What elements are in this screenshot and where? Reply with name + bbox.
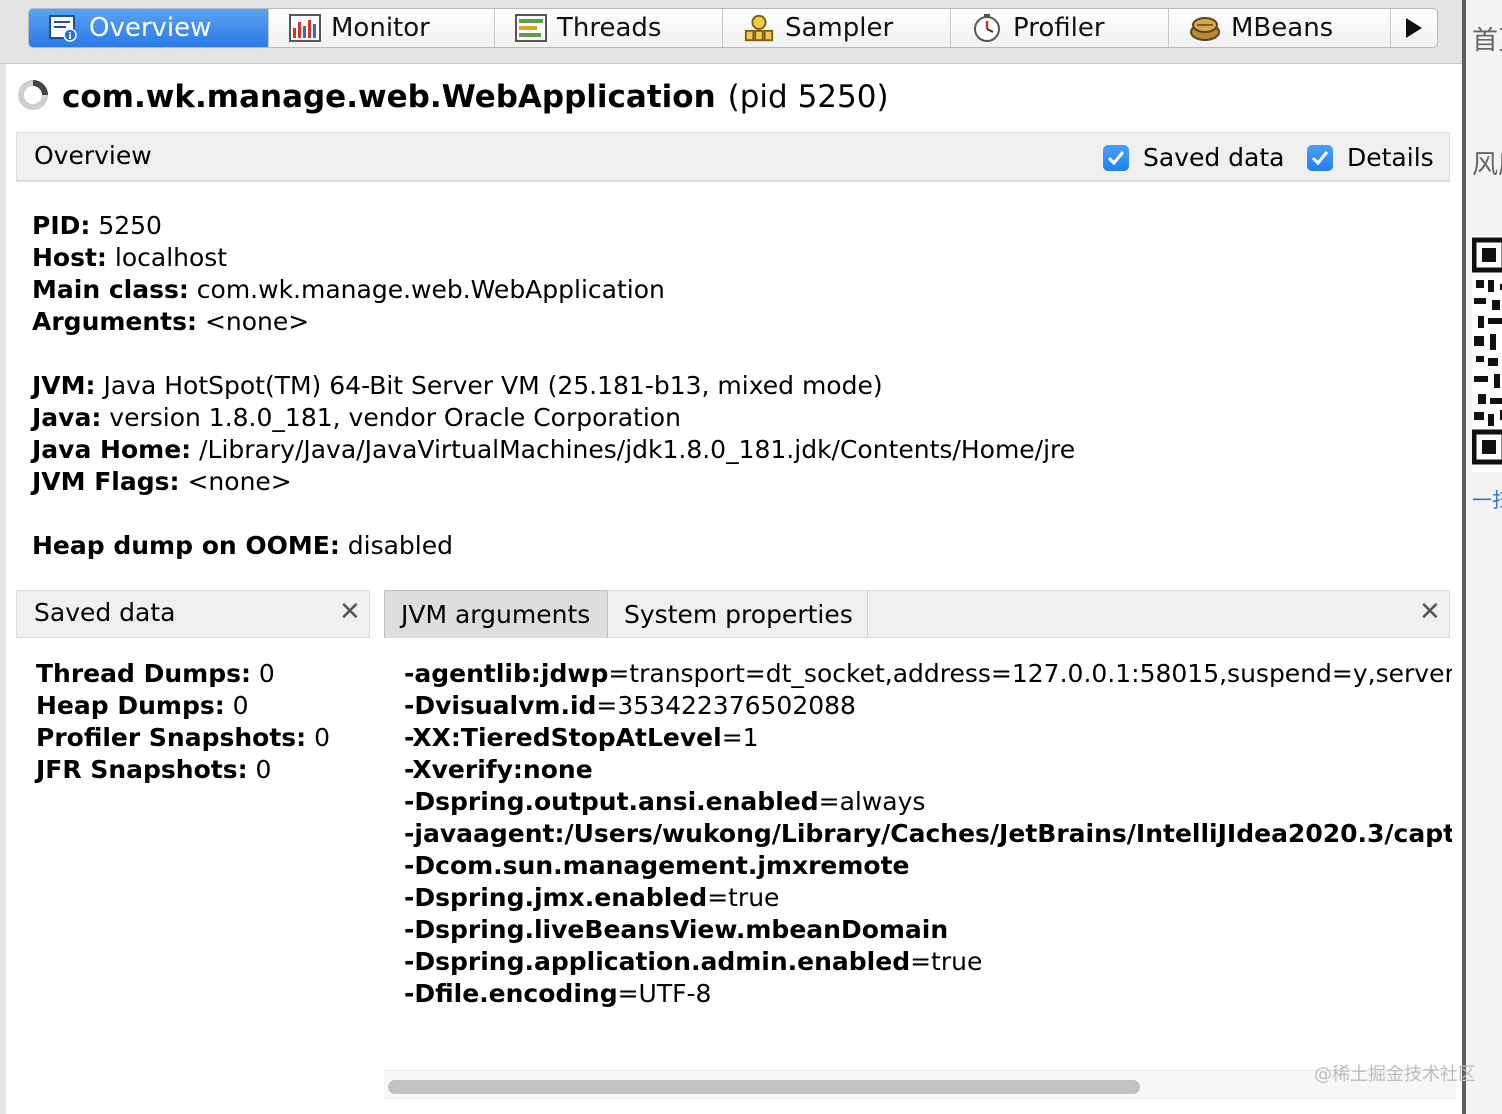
tab-monitor-label: Monitor [331,13,430,43]
list-item: Thread Dumps: 0 [36,659,275,688]
info-arguments: Arguments: <none> [32,307,310,336]
tab-threads[interactable]: Threads [495,9,723,47]
background-text: 风度 [1472,150,1502,180]
info-jvm-flags: JVM Flags: <none> [32,467,292,496]
info-main-class: Main class: com.wk.manage.web.WebApplica… [32,275,665,304]
info-heap-dump: Heap dump on OOME: disabled [32,531,453,560]
list-item: -Dspring.jmx.enabled=true [404,883,780,912]
tab-strip: i Overview Monitor Threads Sampler Profi… [28,8,1438,48]
tab-monitor[interactable]: Monitor [269,9,495,47]
info-jvm: JVM: Java HotSpot(TM) 64-Bit Server VM (… [32,371,883,400]
list-item: -Dspring.liveBeansView.mbeanDomain [404,915,949,944]
loading-spinner-icon [16,78,50,116]
list-item: Heap Dumps: 0 [36,691,249,720]
tab-overview-label: Overview [89,13,212,43]
overview-icon: i [47,13,79,43]
saved-data-list: Thread Dumps: 0 Heap Dumps: 0 Profiler S… [36,658,330,786]
list-item: JFR Snapshots: 0 [36,755,272,784]
list-item: -javaagent:/Users/wukong/Library/Caches/… [404,819,1452,848]
list-item: -Dspring.application.admin.enabled=true [404,947,983,976]
overview-panel: com.wk.manage.web.WebApplication (pid 52… [6,64,1462,1114]
tab-profiler-label: Profiler [1013,13,1105,43]
app-title: com.wk.manage.web.WebApplication (pid 52… [16,78,889,116]
checkmark-icon [1103,144,1129,171]
app-main-class: com.wk.manage.web.WebApplication [62,79,716,115]
jvm-panel-tabs: JVM arguments System properties ✕ [384,590,1450,638]
close-icon[interactable]: ✕ [1419,597,1441,627]
tab-threads-label: Threads [557,13,662,43]
qr-code-icon [1471,236,1502,472]
svg-text:i: i [68,32,71,42]
play-arrow-icon [1406,18,1422,38]
list-item: Profiler Snapshots: 0 [36,723,331,752]
more-tabs-button[interactable] [1391,9,1437,47]
details-checkbox-label: Details [1347,143,1434,172]
close-icon[interactable]: ✕ [339,597,361,627]
list-item: -Xverify:none [404,755,593,784]
saved-data-checkbox[interactable]: Saved data [1103,143,1285,172]
list-item: -Dcom.sun.management.jmxremote [404,851,910,880]
horizontal-scrollbar[interactable] [384,1070,1456,1100]
checkmark-icon [1307,144,1333,171]
tab-sampler[interactable]: Sampler [723,9,951,47]
background-window-strip: 首页 风度 一扫 [1462,0,1502,1114]
saved-data-panel-header: Saved data ✕ [16,590,370,638]
saved-data-checkbox-label: Saved data [1143,143,1285,172]
tab-profiler[interactable]: Profiler [951,9,1169,47]
background-text: 一扫 [1472,488,1502,512]
scrollbar-thumb[interactable] [388,1080,1140,1094]
list-item: -Dvisualvm.id=353422376502088 [404,691,856,720]
info-pid: PID: 5250 [32,211,162,240]
watermark: @稀土掘金技术社区 [1314,1064,1476,1085]
details-checkbox[interactable]: Details [1307,143,1434,172]
list-item: -Dspring.output.ansi.enabled=always [404,787,926,816]
background-text: 首页 [1472,26,1502,56]
tab-mbeans[interactable]: MBeans [1169,9,1391,47]
list-item: -XX:TieredStopAtLevel=1 [404,723,759,752]
info-java: Java: version 1.8.0_181, vendor Oracle C… [32,403,681,432]
overview-section-label: Overview [34,141,152,170]
list-item: -agentlib:jdwp=transport=dt_socket,addre… [404,659,1452,688]
app-pid: (pid 5250) [727,79,889,115]
jvm-info: PID: 5250 Host: localhost Main class: co… [32,210,1075,562]
tab-bar: i Overview Monitor Threads Sampler Profi… [0,0,1466,64]
tab-overview[interactable]: i Overview [29,9,269,47]
threads-icon [515,13,547,43]
profiler-icon [971,13,1003,43]
saved-data-panel-title: Saved data [34,598,176,627]
tab-sampler-label: Sampler [785,13,894,43]
monitor-icon [289,13,321,43]
tab-mbeans-label: MBeans [1231,13,1334,43]
overview-section-header: Overview Saved data Details [16,132,1450,182]
jvm-arguments-list: -agentlib:jdwp=transport=dt_socket,addre… [404,658,1452,1068]
list-item: -Dfile.encoding=UTF-8 [404,979,712,1008]
info-java-home: Java Home: /Library/Java/JavaVirtualMach… [32,435,1076,464]
tab-jvm-arguments[interactable]: JVM arguments [384,590,608,638]
sampler-icon [743,13,775,43]
mbeans-icon [1189,13,1221,43]
info-host: Host: localhost [32,243,228,272]
tab-system-properties[interactable]: System properties [608,590,868,638]
